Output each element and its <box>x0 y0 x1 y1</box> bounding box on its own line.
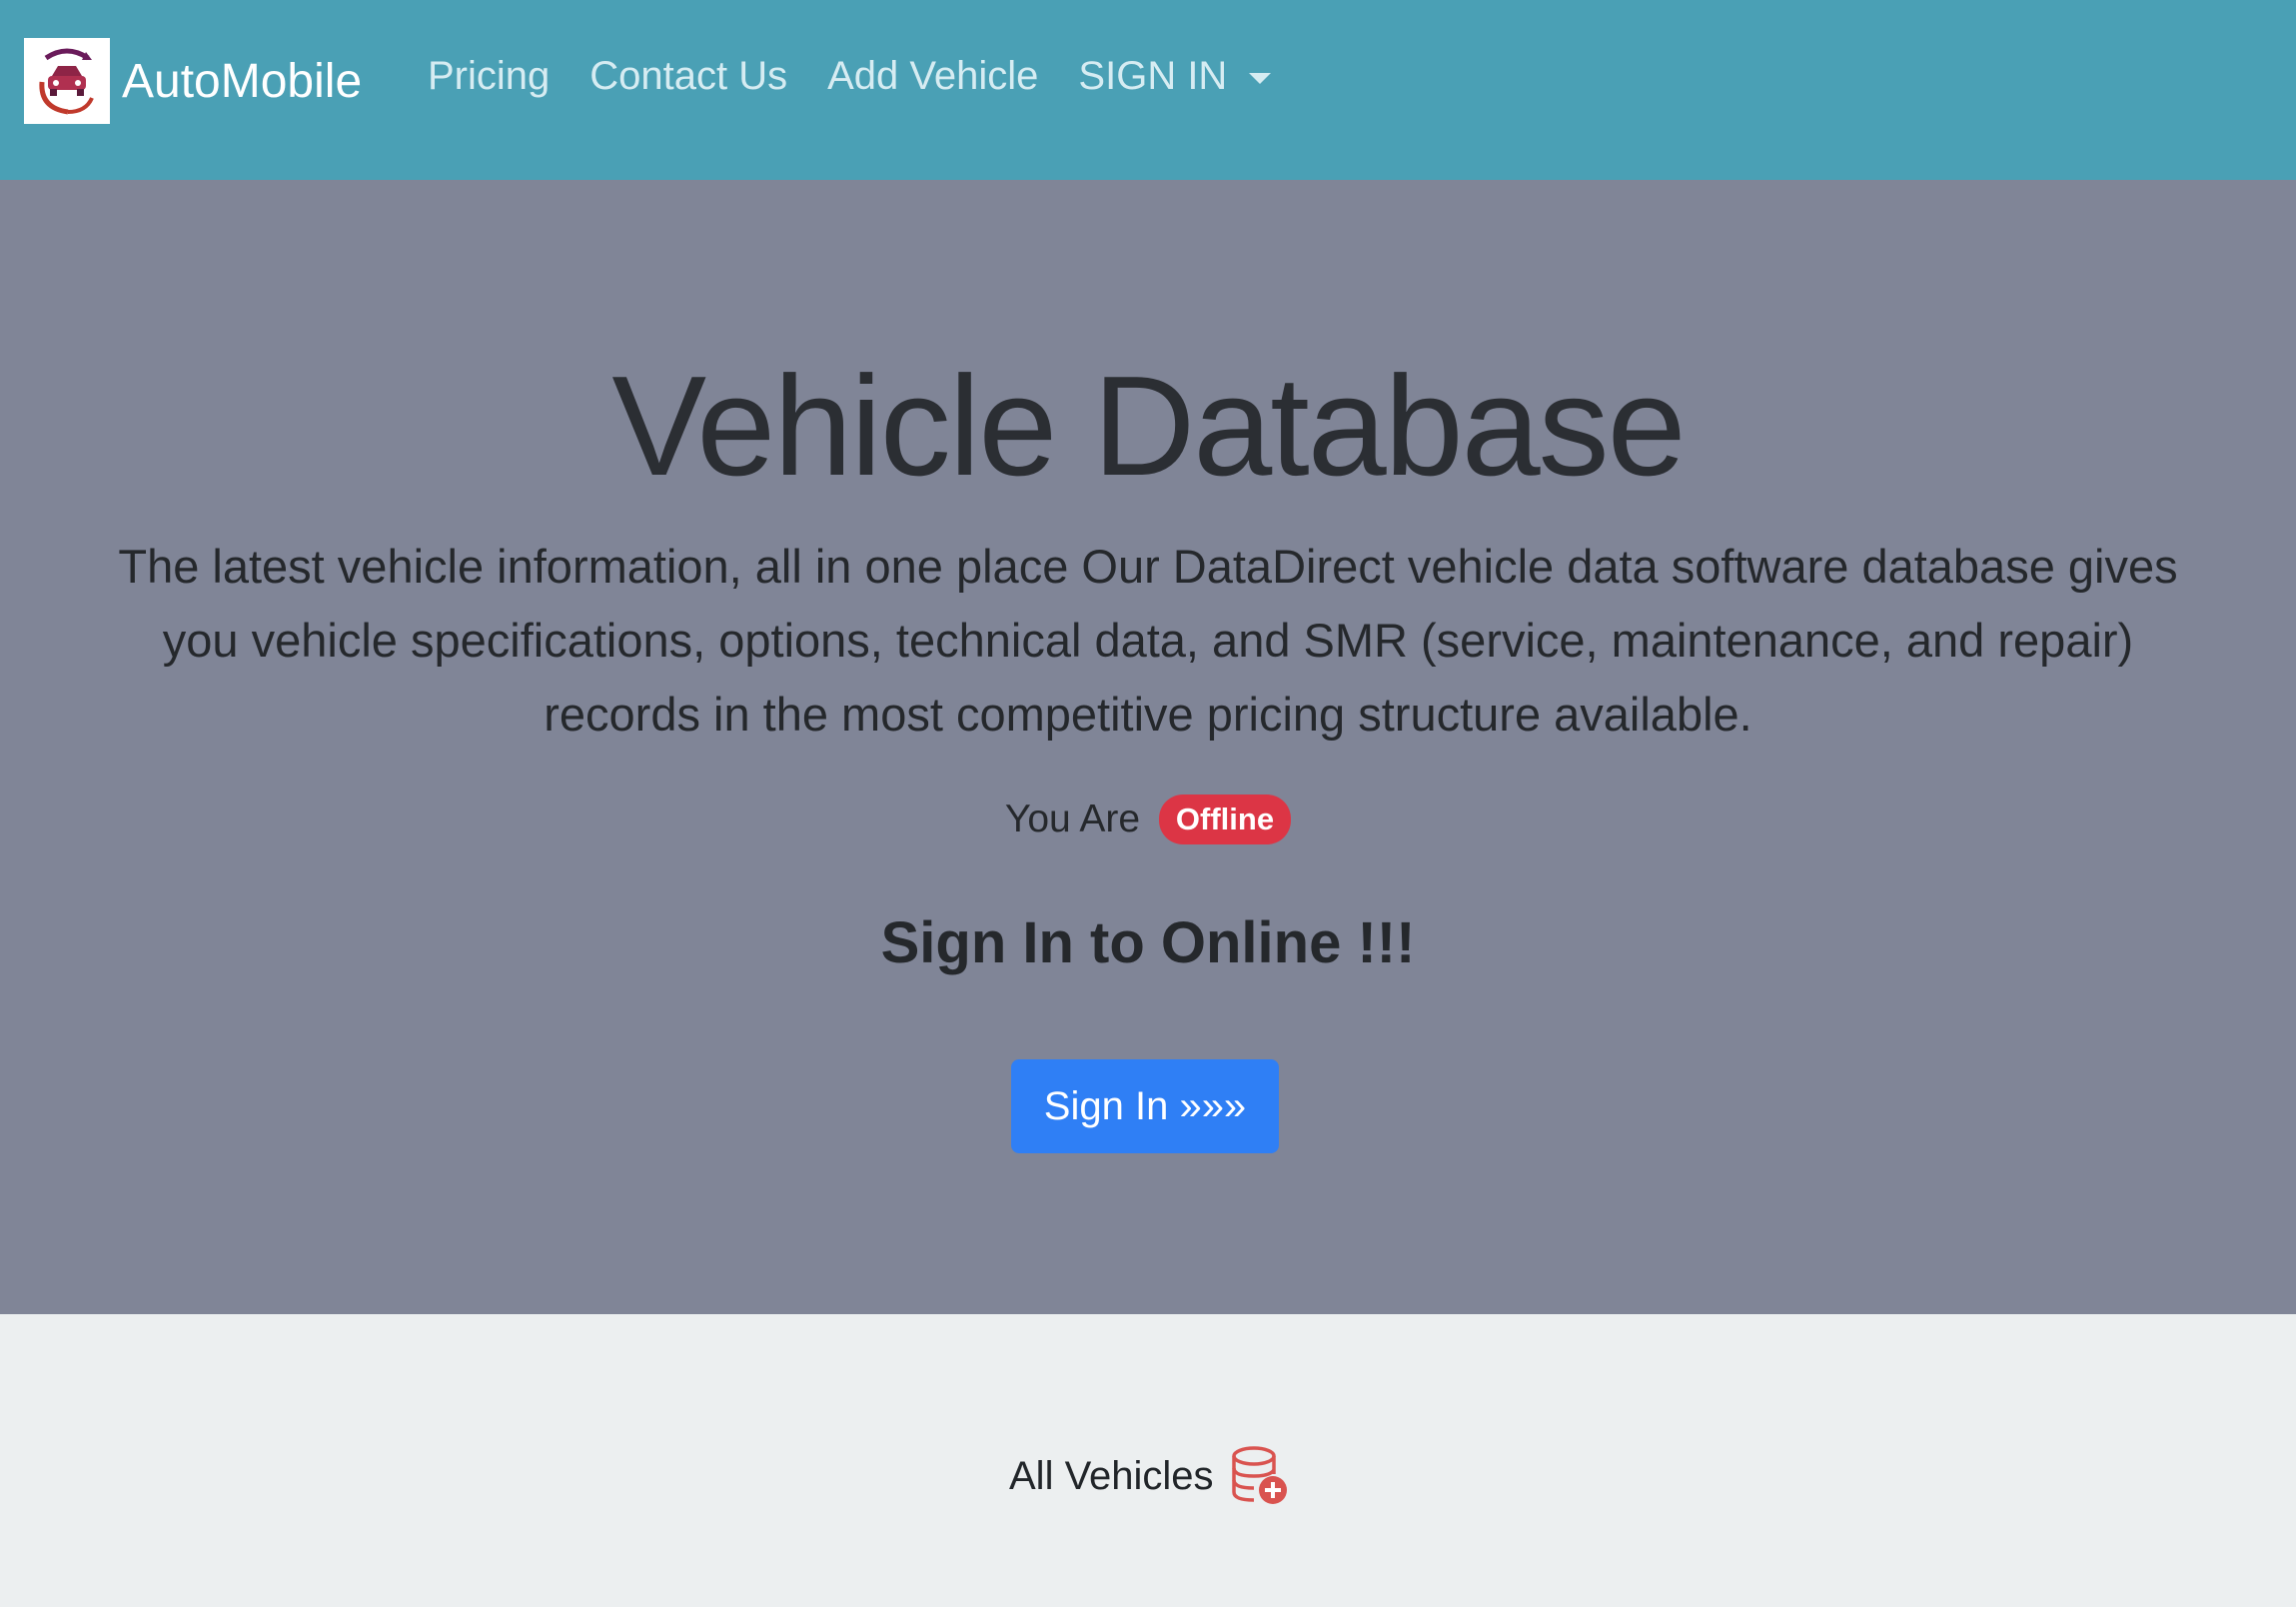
hero-jumbotron: Vehicle Database The latest vehicle info… <box>0 180 2296 1314</box>
caret-down-icon <box>1249 72 1272 84</box>
brand-name: AutoMobile <box>122 54 363 108</box>
connection-status: You Are Offline <box>0 795 2296 844</box>
sign-in-dropdown[interactable]: SIGN IN <box>1078 54 1272 99</box>
page-title: Vehicle Database <box>611 347 1686 506</box>
sign-in-heading: Sign In to Online !!! <box>880 910 1416 975</box>
nav-links: Pricing Contact Us Add Vehicle SIGN IN <box>428 54 1311 99</box>
vehicles-section: All Vehicles <box>0 1314 2296 1607</box>
all-vehicles-link[interactable]: All Vehicles <box>1009 1444 1290 1508</box>
nav-link-pricing[interactable]: Pricing <box>428 54 550 99</box>
car-logo-icon <box>24 38 110 124</box>
brand-link[interactable]: AutoMobile <box>24 38 362 124</box>
database-add-icon <box>1231 1446 1287 1504</box>
nav-link-contact-us[interactable]: Contact Us <box>589 54 787 99</box>
all-vehicles-label: All Vehicles <box>1009 1453 1214 1498</box>
status-prefix: You Are <box>1004 798 1141 840</box>
sign-in-button[interactable]: Sign In »»» <box>1011 1059 1279 1153</box>
top-navbar: AutoMobile Pricing Contact Us Add Vehicl… <box>0 0 2296 180</box>
nav-link-add-vehicle[interactable]: Add Vehicle <box>827 54 1038 99</box>
hero-description: The latest vehicle information, all in o… <box>118 540 2178 741</box>
status-badge: Offline <box>1158 795 1292 844</box>
sign-in-dropdown-label: SIGN IN <box>1078 54 1228 98</box>
